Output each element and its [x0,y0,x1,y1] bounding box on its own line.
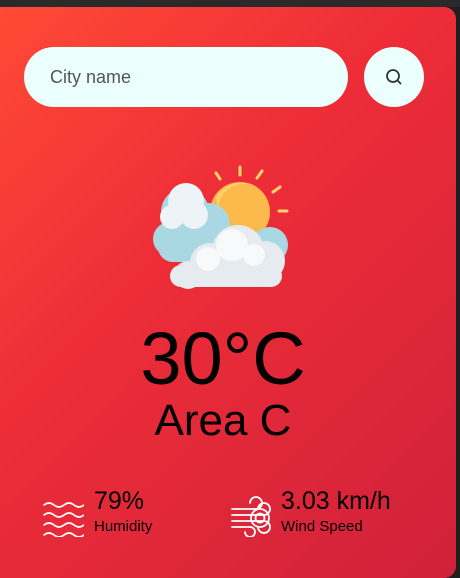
window-top-bar [0,0,460,7]
temperature: 30°C [140,317,306,400]
sun-behind-clouds-icon [153,165,289,289]
wind-speed-value: 3.03 km/h [281,487,391,515]
wind-icon [231,496,271,537]
wind-stat: 3.03 km/h Wind Speed [230,487,430,539]
search-button[interactable] [364,47,424,107]
humidity-waves-icon [43,502,84,537]
search-icon [386,69,402,85]
city-name: Area C [154,396,292,445]
humidity-stat: 79% Humidity [42,487,222,539]
city-search-input[interactable] [24,47,348,107]
search-bar [24,47,424,107]
wind-speed-label: Wind Speed [281,518,363,535]
weather-card: 30°C Area C 79% Humidity 3.03 km/h [0,7,456,578]
humidity-label: Humidity [94,518,153,535]
humidity-value: 79% [94,487,145,515]
